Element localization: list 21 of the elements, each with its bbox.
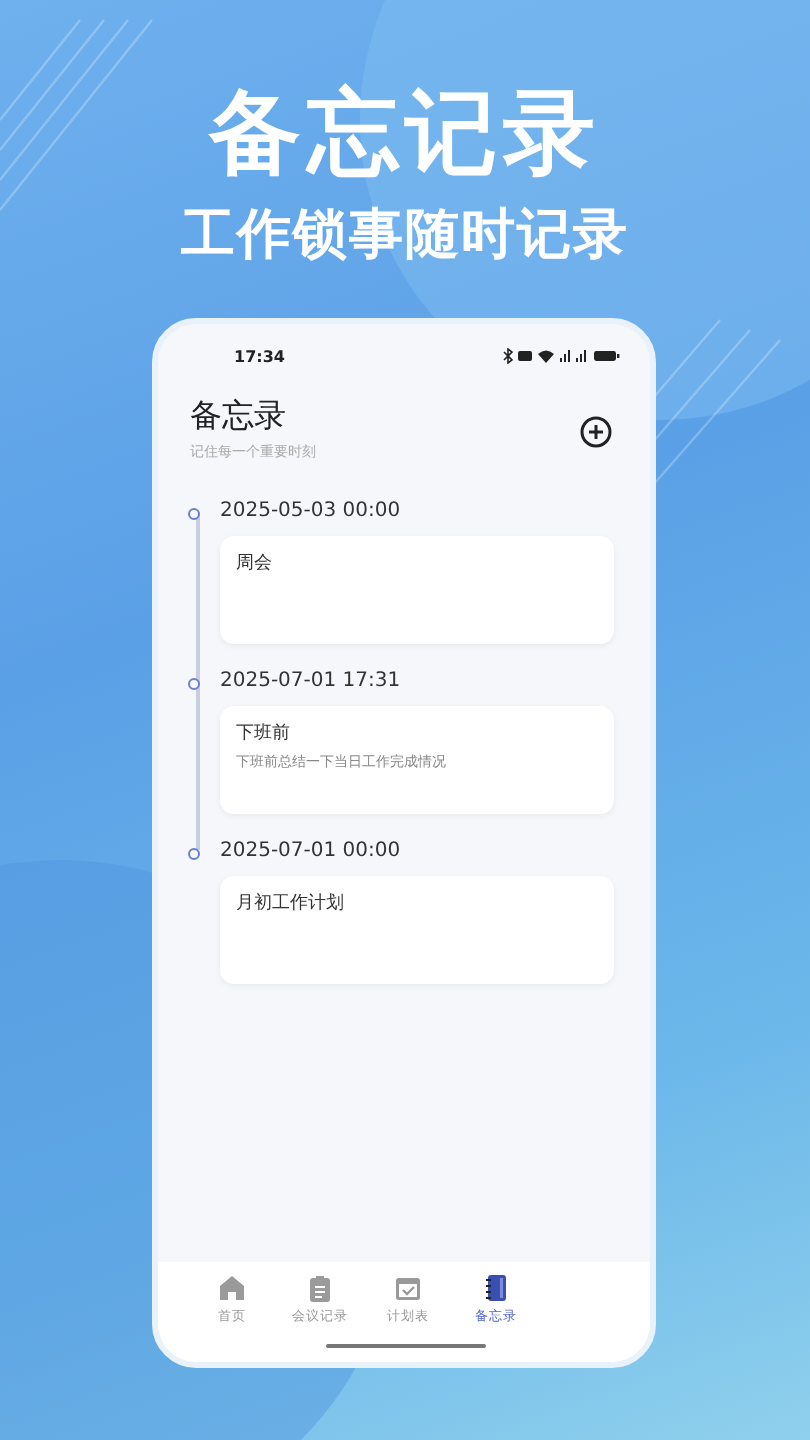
entry-time: 2025-05-03 00:00 bbox=[220, 498, 403, 526]
hero-title: 备忘记录 bbox=[209, 76, 601, 188]
status-icons bbox=[502, 348, 622, 364]
memo-title: 周会 bbox=[236, 552, 274, 578]
notebook-icon bbox=[482, 1274, 510, 1302]
hero-subtitle: 工作锁事随时记录 bbox=[181, 202, 629, 270]
timeline-dot bbox=[188, 678, 200, 690]
status-time: 17:34 bbox=[234, 347, 285, 365]
entry-time: 2025-07-01 00:00 bbox=[220, 838, 403, 866]
memo-title: 下班前 bbox=[236, 722, 292, 748]
memo-title: 月初工作计划 bbox=[236, 892, 346, 918]
memo-card[interactable]: 月初工作计划 bbox=[220, 876, 614, 984]
calendar-check-icon bbox=[394, 1274, 422, 1302]
home-icon bbox=[218, 1274, 246, 1302]
page-title: 备忘录 bbox=[190, 394, 288, 438]
entry-time: 2025-07-01 17:31 bbox=[220, 668, 403, 696]
add-button[interactable] bbox=[578, 414, 614, 450]
memo-card[interactable]: 周会 bbox=[220, 536, 614, 644]
timeline-dot bbox=[188, 848, 200, 860]
timeline-dot bbox=[188, 508, 200, 520]
clipboard-icon bbox=[306, 1274, 334, 1302]
